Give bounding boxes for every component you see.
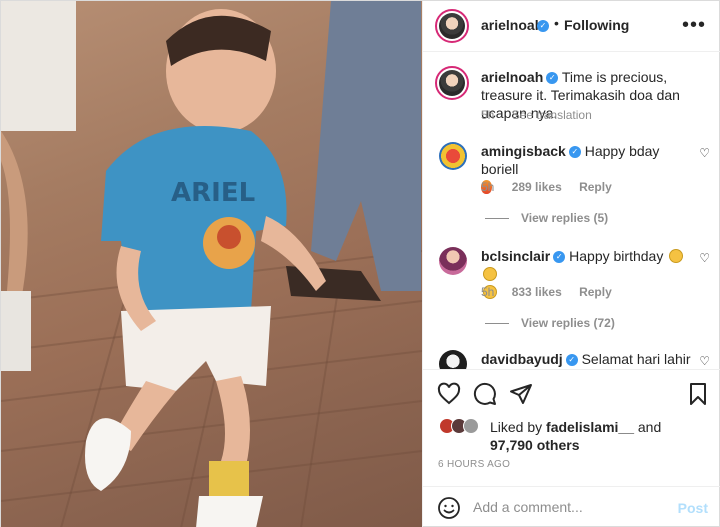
view-replies-button[interactable]: View replies (72): [485, 316, 615, 330]
post-header: arielnoah ✓ • Following •••: [423, 1, 720, 52]
comment-likes[interactable]: 289 likes: [512, 180, 562, 194]
replies-line: [485, 323, 509, 325]
comment-time[interactable]: 5h: [481, 180, 494, 194]
comment-username[interactable]: bclsinclair: [481, 248, 550, 264]
share-paper-plane-icon[interactable]: [509, 382, 533, 406]
reply-button[interactable]: Reply: [579, 285, 612, 299]
comment-input[interactable]: [473, 499, 663, 515]
smile-emoji-icon: [669, 249, 684, 263]
comment-username[interactable]: davidbayudj: [481, 351, 563, 367]
post-photo[interactable]: ARIEL: [1, 1, 422, 527]
comment-username[interactable]: amingisback: [481, 143, 566, 159]
avatar[interactable]: [435, 9, 469, 43]
comment-time[interactable]: 5h: [481, 285, 494, 299]
liked-by-user[interactable]: fadelislami__: [546, 419, 634, 435]
caption-username[interactable]: arielnoah: [481, 69, 543, 85]
post-timestamp[interactable]: 6 HOURS AGO: [438, 459, 510, 470]
photo-illustration: ARIEL: [1, 1, 422, 527]
view-replies-button[interactable]: View replies (5): [485, 211, 608, 225]
add-comment-bar: Post: [423, 486, 720, 527]
comments-list[interactable]: arielnoah ✓ Time is precious, treasure it…: [423, 52, 720, 369]
instagram-post-window: ARIEL arielnoah ✓ • Following ••• arieln…: [0, 0, 720, 527]
following-button[interactable]: Following: [564, 17, 629, 33]
liked-by-text: Liked by fadelislami__ and 97,790 others: [490, 418, 710, 454]
comment-meta: 5h 833 likes Reply: [481, 285, 626, 299]
verified-badge-icon: ✓: [553, 251, 566, 264]
liker-avatar: [463, 418, 479, 434]
comment-meta: 5h 289 likes Reply: [481, 180, 626, 194]
view-replies-label: View replies (72): [521, 316, 615, 330]
replies-line: [485, 218, 509, 220]
comment-like-heart-icon[interactable]: ♡: [699, 251, 710, 265]
view-replies-label: View replies (5): [521, 211, 609, 225]
header-username[interactable]: arielnoah: [481, 17, 543, 33]
comment-bubble-icon[interactable]: [473, 382, 497, 406]
verified-badge-icon: ✓: [546, 72, 559, 85]
post-details-panel: arielnoah ✓ • Following ••• arielnoah ✓ T…: [422, 1, 720, 527]
caption-time[interactable]: 5h: [481, 108, 494, 122]
reply-button[interactable]: Reply: [579, 180, 612, 194]
post-actions: Liked by fadelislami__ and 97,790 others…: [423, 369, 720, 470]
separator-dot: •: [554, 15, 559, 31]
comment-avatar[interactable]: [439, 142, 467, 170]
verified-badge-icon: ✓: [537, 20, 549, 32]
like-heart-icon[interactable]: [437, 382, 461, 406]
caption-meta: 5h See translation: [481, 108, 606, 122]
post-button[interactable]: Post: [678, 500, 708, 516]
more-horizontal-icon[interactable]: •••: [682, 14, 706, 37]
caption-avatar[interactable]: [435, 66, 469, 100]
comment-body: Happy birthday: [569, 248, 664, 264]
liked-by-prefix: Liked by: [490, 419, 543, 435]
comment-likes[interactable]: 833 likes: [512, 285, 562, 299]
verified-badge-icon: ✓: [565, 354, 578, 367]
comment-like-heart-icon[interactable]: ♡: [699, 146, 710, 160]
comment-text: davidbayudj✓ Selamat hari lahir ya: [481, 350, 695, 369]
svg-text:ARIEL: ARIEL: [171, 178, 255, 208]
comment-avatar[interactable]: [439, 247, 467, 275]
comment-like-heart-icon[interactable]: ♡: [699, 354, 710, 368]
liked-by-and: and: [637, 419, 662, 435]
save-bookmark-icon[interactable]: [686, 382, 710, 406]
verified-badge-icon: ✓: [568, 146, 581, 159]
see-translation-button[interactable]: See translation: [512, 108, 592, 122]
emoji-smile-icon[interactable]: [437, 496, 461, 520]
comment-avatar[interactable]: [439, 350, 467, 369]
hug-emoji-icon: [483, 267, 497, 281]
liked-by-others[interactable]: 97,790 others: [490, 437, 580, 453]
